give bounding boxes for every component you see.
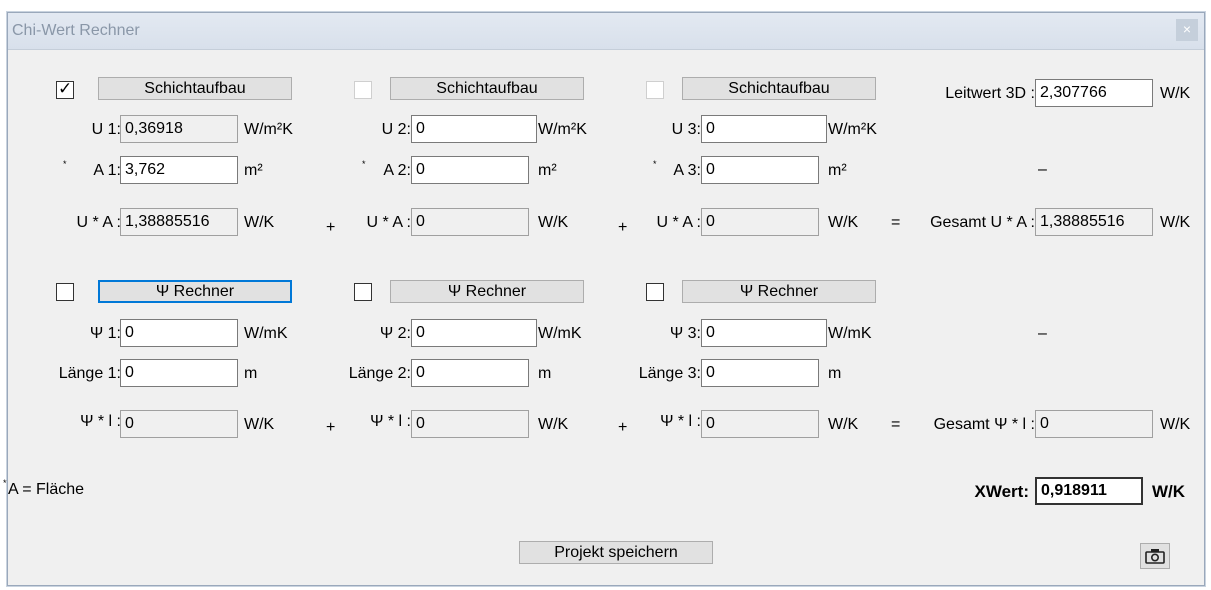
a2-field[interactable]: 0 [411, 156, 529, 184]
pl3-field[interactable]: 0 [701, 410, 819, 438]
psi2-label: Ψ 2: [379, 325, 411, 342]
schichtaufbau-2-button[interactable]: Schichtaufbau [390, 77, 584, 100]
psi3-field[interactable]: 0 [701, 319, 827, 347]
gesamt-ua-field[interactable]: 1,38885516 [1035, 208, 1153, 236]
a3-label: A 3: [673, 162, 701, 179]
a1-label: A 1: [93, 162, 121, 179]
a2-label: A 2: [383, 162, 411, 179]
laenge3-field[interactable]: 0 [701, 359, 819, 387]
title-bar: Chi-Wert Rechner × [8, 13, 1204, 50]
a2-unit: m² [538, 162, 557, 179]
psi-rechner-2-button[interactable]: Ψ Rechner [390, 280, 584, 303]
close-icon[interactable]: × [1176, 19, 1198, 41]
projekt-speichern-button[interactable]: Projekt speichern [519, 541, 713, 564]
footnote-star: * [3, 478, 7, 488]
minus-sign: – [1038, 325, 1047, 342]
leitwert-3d-field[interactable]: 2,307766 [1035, 79, 1153, 107]
ua2-unit: W/K [538, 214, 569, 231]
pl1-field[interactable]: 0 [120, 410, 238, 438]
minus-sign: – [1038, 161, 1047, 178]
ua3-unit: W/K [828, 214, 859, 231]
ua2-field[interactable]: 0 [411, 208, 529, 236]
xwert-unit: W/K [1152, 482, 1186, 501]
a3-unit: m² [828, 162, 847, 179]
u3-label: U 3: [671, 121, 701, 138]
u1-unit: W/m²K [244, 121, 293, 138]
gesamt-ua-label: Gesamt U * A : [930, 214, 1035, 231]
schichtaufbau-3-button[interactable]: Schichtaufbau [682, 77, 876, 100]
ua2-label: U * A : [366, 214, 411, 231]
camera-icon[interactable] [1140, 543, 1170, 569]
xwert-label: XWert: [974, 482, 1029, 501]
gesamt-pl-unit: W/K [1160, 416, 1191, 433]
xwert-field[interactable]: 0,918911 [1035, 477, 1143, 505]
psi3-unit: W/mK [828, 325, 872, 342]
u2-field[interactable]: 0 [411, 115, 537, 143]
layer-1-checkbox[interactable]: ✓ [56, 79, 74, 99]
checkmark-icon: ✓ [58, 79, 73, 98]
equals-sign: = [891, 416, 901, 433]
psi1-field[interactable]: 0 [120, 319, 238, 347]
pl3-unit: W/K [828, 416, 859, 433]
laenge1-label: Länge 1: [58, 365, 121, 382]
laenge3-unit: m [828, 365, 842, 382]
u2-label: U 2: [381, 121, 411, 138]
ua3-field[interactable]: 0 [701, 208, 819, 236]
u1-label: U 1: [91, 121, 121, 138]
u3-field[interactable]: 0 [701, 115, 827, 143]
laenge2-label: Länge 2: [348, 365, 411, 382]
pl2-field[interactable]: 0 [411, 410, 529, 438]
psi-3-checkbox[interactable] [646, 283, 664, 301]
gesamt-pl-label: Gesamt Ψ * l : [933, 416, 1035, 433]
a3-field[interactable]: 0 [701, 156, 819, 184]
ua1-label: U * A : [76, 214, 121, 231]
pl1-label: Ψ * l : [80, 413, 121, 430]
psi-2-checkbox[interactable] [354, 283, 372, 301]
ua1-field[interactable]: 1,38885516 [120, 208, 238, 236]
u1-field[interactable]: 0,36918 [120, 115, 238, 143]
psi1-label: Ψ 1: [89, 325, 121, 342]
layer-2-checkbox[interactable] [354, 81, 372, 99]
ua1-unit: W/K [244, 214, 275, 231]
laenge2-unit: m [538, 365, 552, 382]
a1-field[interactable]: 3,762 [120, 156, 238, 184]
laenge2-field[interactable]: 0 [411, 359, 529, 387]
pl2-unit: W/K [538, 416, 569, 433]
leitwert-3d-label: Leitwert 3D : [945, 85, 1035, 102]
window-title: Chi-Wert Rechner [12, 22, 140, 39]
psi-rechner-3-button[interactable]: Ψ Rechner [682, 280, 876, 303]
footnote-text: A = Fläche [8, 481, 85, 498]
psi3-label: Ψ 3: [669, 325, 701, 342]
a1-unit: m² [244, 162, 263, 179]
u2-unit: W/m²K [538, 121, 587, 138]
laenge1-unit: m [244, 365, 258, 382]
gesamt-ua-unit: W/K [1160, 214, 1191, 231]
psi-rechner-1-button[interactable]: Ψ Rechner [98, 280, 292, 303]
psi-1-checkbox[interactable] [56, 283, 74, 301]
psi1-unit: W/mK [244, 325, 288, 342]
laenge3-label: Länge 3: [638, 365, 701, 382]
laenge1-field[interactable]: 0 [120, 359, 238, 387]
pl1-unit: W/K [244, 416, 275, 433]
pl3-label: Ψ * l : [660, 413, 701, 430]
chi-wert-window: Chi-Wert Rechner × ✓ Schichtaufbau U 1: … [3, 12, 1205, 586]
footnote-star-1: * [63, 159, 67, 169]
psi2-field[interactable]: 0 [411, 319, 537, 347]
layer-3-checkbox[interactable] [646, 81, 664, 99]
equals-sign: = [891, 214, 901, 231]
u3-unit: W/m²K [828, 121, 877, 138]
leitwert-3d-unit: W/K [1160, 85, 1191, 102]
psi2-unit: W/mK [538, 325, 582, 342]
gesamt-pl-field[interactable]: 0 [1035, 410, 1153, 438]
pl2-label: Ψ * l : [370, 413, 411, 430]
schichtaufbau-1-button[interactable]: Schichtaufbau [98, 77, 292, 100]
ua3-label: U * A : [656, 214, 701, 231]
